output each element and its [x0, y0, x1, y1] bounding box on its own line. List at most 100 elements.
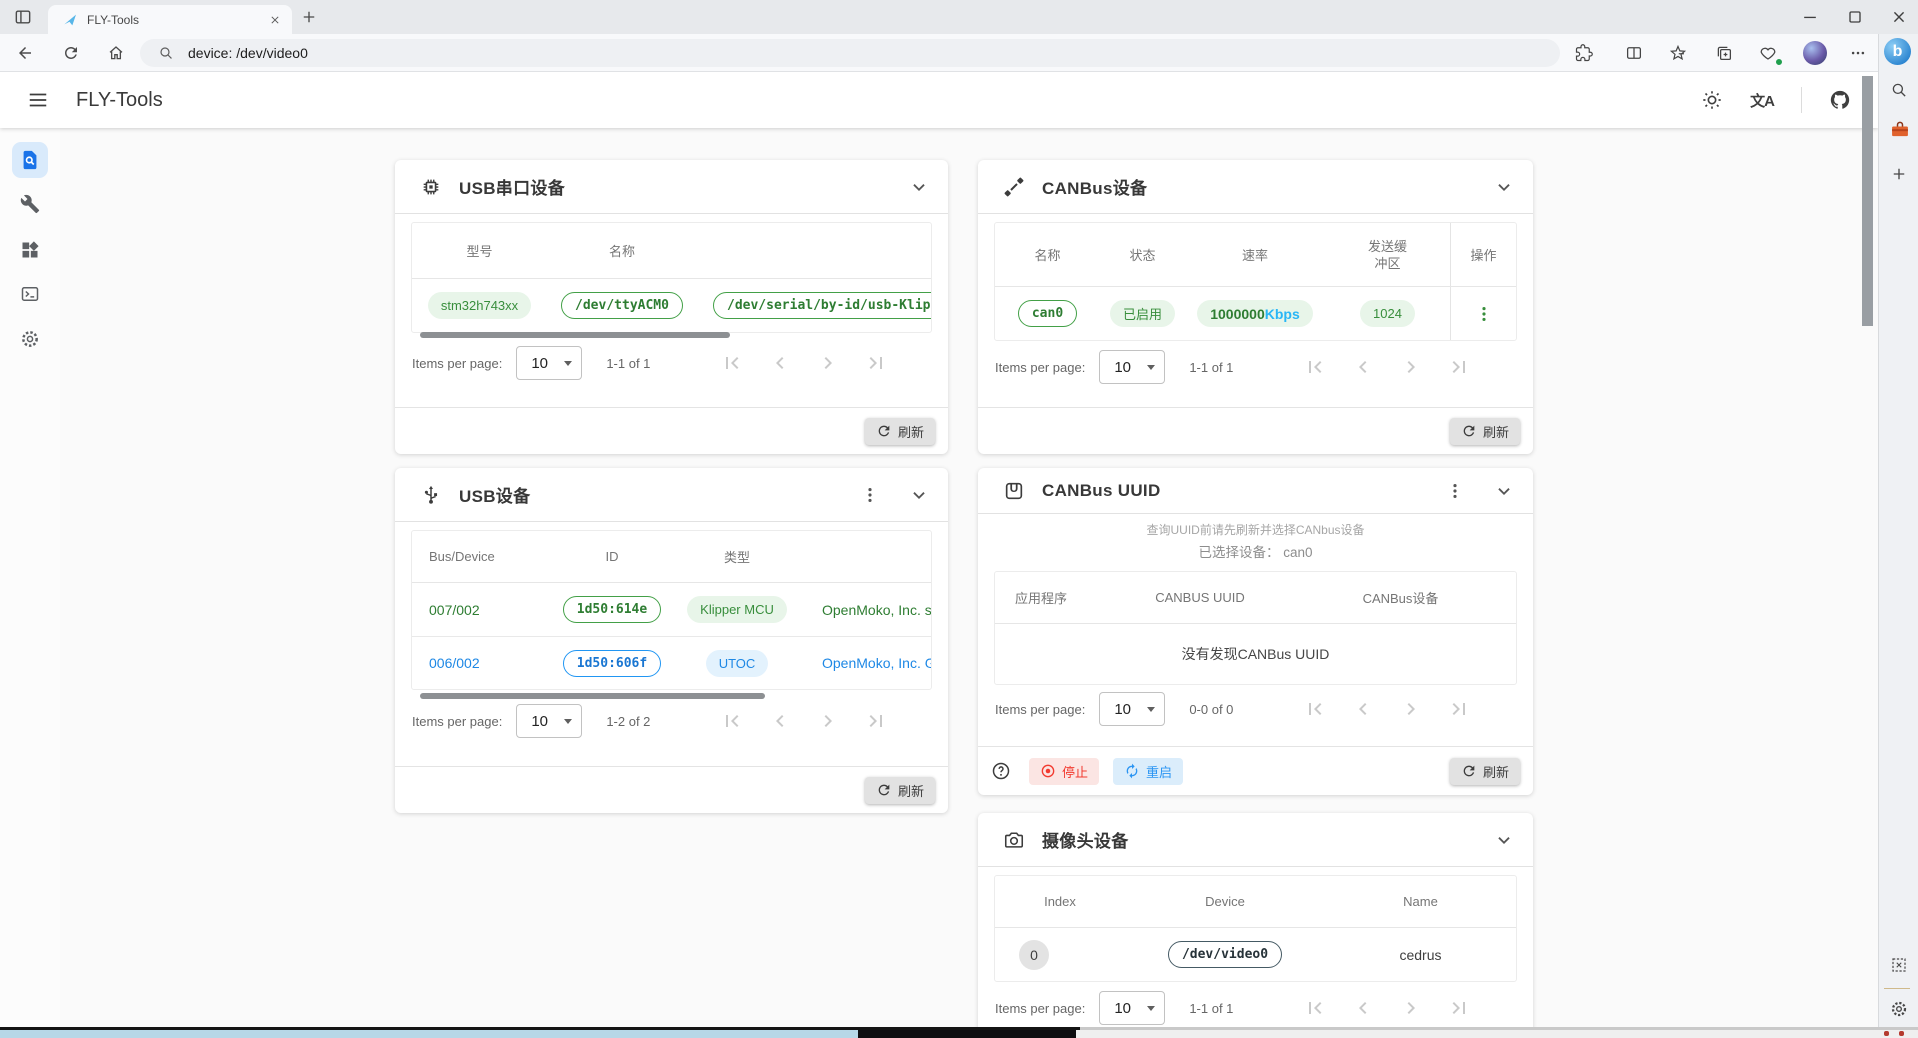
refresh-button[interactable]: 刷新 — [1450, 418, 1520, 445]
sidebar-search-icon[interactable] — [1890, 81, 1908, 99]
nav-terminal-icon[interactable] — [12, 276, 48, 312]
horizontal-scrollbar-thumb[interactable] — [420, 332, 730, 338]
collections-icon[interactable] — [1715, 44, 1733, 62]
chevron-down-icon[interactable] — [908, 176, 930, 198]
language-icon[interactable]: 文A — [1750, 90, 1774, 111]
next-page-button[interactable] — [816, 351, 840, 375]
restart-label: 重启 — [1146, 762, 1172, 781]
extensions-icon[interactable] — [1575, 44, 1593, 62]
refresh-button[interactable]: 刷新 — [1450, 758, 1520, 785]
table-row: can0 已启用 1000000 Kbps 1024 — [995, 287, 1516, 340]
refresh-button[interactable]: 刷新 — [865, 777, 935, 804]
tab-close-icon[interactable] — [268, 13, 282, 27]
page-size-select[interactable]: 10 — [516, 346, 582, 380]
first-page-button[interactable] — [720, 351, 744, 375]
stop-label: 停止 — [1062, 762, 1088, 781]
nav-tools-icon[interactable] — [12, 186, 48, 222]
previous-page-button[interactable] — [1351, 355, 1375, 379]
hamburger-menu-icon[interactable] — [27, 89, 49, 111]
search-icon — [158, 45, 174, 61]
previous-page-button[interactable] — [1351, 697, 1375, 721]
page-size-select[interactable]: 10 — [1099, 350, 1165, 384]
chevron-down-icon[interactable] — [1493, 829, 1515, 851]
sidebar-add-icon[interactable] — [1890, 165, 1908, 183]
vendor-text: OpenMoko, Inc. G — [802, 655, 931, 671]
new-tab-button[interactable] — [300, 8, 318, 26]
next-page-button[interactable] — [816, 709, 840, 733]
card-header: USB串口设备 — [395, 160, 948, 214]
page-size-value: 10 — [531, 713, 548, 730]
refresh-button[interactable]: 刷新 — [865, 418, 935, 445]
sidebar-settings-icon[interactable] — [1890, 1000, 1908, 1018]
window-maximize-button[interactable] — [1845, 7, 1865, 27]
window-minimize-button[interactable] — [1800, 7, 1820, 27]
sidebar-divider — [1884, 988, 1910, 989]
column-header: Name — [1325, 894, 1516, 909]
settings-menu-icon[interactable] — [1849, 44, 1867, 62]
browser-toolbar: device: /dev/video0 — [0, 34, 1878, 72]
column-header: 操作 — [1450, 223, 1516, 286]
next-page-button[interactable] — [1399, 355, 1423, 379]
essentials-badge — [1775, 58, 1783, 66]
sidebar-toolbox-icon[interactable] — [1890, 119, 1910, 139]
bing-icon[interactable]: b — [1884, 38, 1911, 65]
header-divider — [1801, 87, 1802, 113]
nav-settings-icon[interactable] — [12, 321, 48, 357]
last-page-button[interactable] — [1447, 355, 1471, 379]
horizontal-scrollbar-thumb[interactable] — [420, 693, 765, 699]
tab-actions-icon[interactable] — [13, 7, 33, 27]
profile-avatar[interactable] — [1803, 41, 1827, 65]
restart-button[interactable]: 重启 — [1113, 758, 1183, 785]
previous-page-button[interactable] — [768, 351, 792, 375]
last-page-button[interactable] — [1447, 697, 1471, 721]
next-page-button[interactable] — [1399, 697, 1423, 721]
window-close-button[interactable] — [1889, 7, 1909, 27]
app-page: FLY-Tools 文A USB串口设备 — [0, 72, 1878, 1027]
stop-button[interactable]: 停止 — [1029, 758, 1099, 785]
last-page-button[interactable] — [864, 709, 888, 733]
back-button[interactable] — [16, 44, 34, 62]
camera-card: 摄像头设备 Index Device Name 0 /dev/video0 ce… — [978, 813, 1533, 1027]
page-size-select[interactable]: 10 — [516, 704, 582, 738]
card-title: USB串口设备 — [459, 174, 565, 199]
next-page-button[interactable] — [1399, 996, 1423, 1020]
home-button[interactable] — [107, 44, 125, 62]
first-page-button[interactable] — [1303, 996, 1327, 1020]
row-actions-menu-icon[interactable] — [1450, 287, 1516, 340]
last-page-button[interactable] — [864, 351, 888, 375]
favorites-icon[interactable] — [1669, 44, 1687, 62]
table: 型号 名称 stm32h743xx /dev/ttyACM0 /dev/seri… — [411, 222, 932, 333]
previous-page-button[interactable] — [1351, 996, 1375, 1020]
browser-essentials-icon[interactable] — [1759, 44, 1777, 62]
chevron-down-icon[interactable] — [1493, 480, 1515, 502]
theme-toggle-icon[interactable] — [1701, 89, 1723, 111]
page-scrollbar-thumb[interactable] — [1862, 76, 1873, 326]
refresh-button[interactable] — [62, 44, 80, 62]
split-screen-icon[interactable] — [1625, 44, 1643, 62]
first-page-button[interactable] — [720, 709, 744, 733]
help-icon[interactable] — [991, 761, 1011, 781]
column-header: 状态 — [1100, 245, 1185, 264]
chevron-down-icon[interactable] — [908, 484, 930, 506]
sidebar-screenshot-icon[interactable] — [1890, 956, 1908, 974]
page-size-select[interactable]: 10 — [1099, 692, 1165, 726]
column-header: 速率 — [1185, 245, 1325, 264]
first-page-button[interactable] — [1303, 697, 1327, 721]
page-size-select[interactable]: 10 — [1099, 991, 1165, 1025]
address-bar[interactable]: device: /dev/video0 — [140, 39, 1560, 67]
taskbar-dot — [1899, 1031, 1904, 1036]
camera-index-badge: 0 — [1019, 940, 1049, 970]
nav-device-detect-icon[interactable] — [12, 142, 48, 178]
nav-widgets-icon[interactable] — [12, 232, 48, 268]
card-menu-icon[interactable] — [1445, 481, 1465, 501]
card-menu-icon[interactable] — [860, 485, 880, 505]
browser-tab[interactable]: FLY-Tools — [48, 5, 292, 34]
uuid-icon: U — [1003, 480, 1025, 502]
chevron-down-icon[interactable] — [1493, 176, 1515, 198]
bus-device-value: 006/002 — [412, 655, 552, 671]
github-icon[interactable] — [1829, 89, 1851, 111]
previous-page-button[interactable] — [768, 709, 792, 733]
last-page-button[interactable] — [1447, 996, 1471, 1020]
paginator: Items per page: 10 1-2 of 2 — [395, 697, 948, 745]
first-page-button[interactable] — [1303, 355, 1327, 379]
